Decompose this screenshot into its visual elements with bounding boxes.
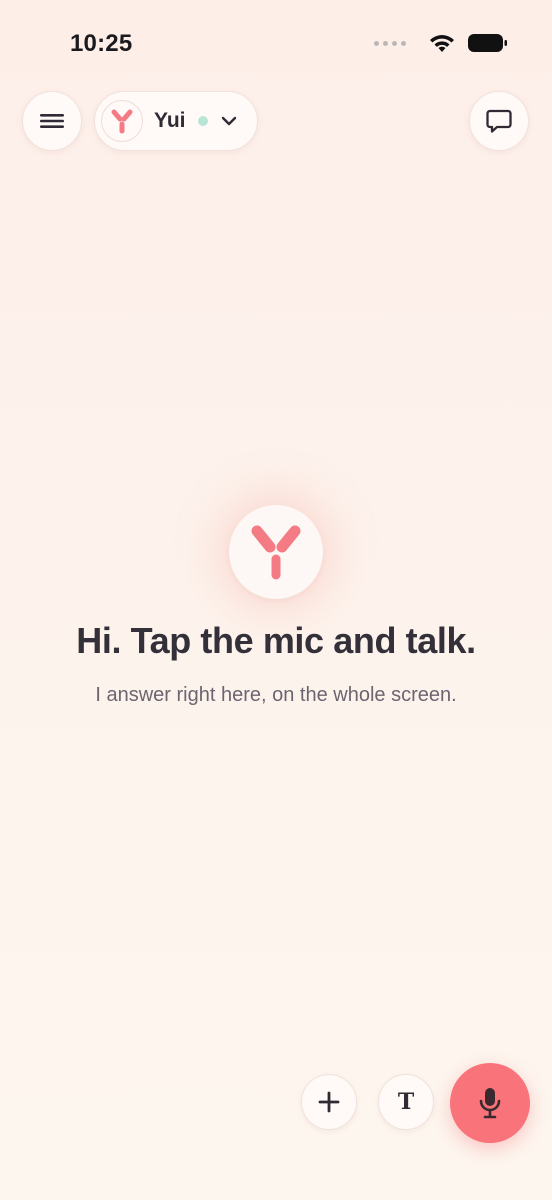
add-button[interactable] — [301, 1074, 357, 1130]
mic-button[interactable] — [450, 1063, 530, 1143]
welcome-headline: Hi. Tap the mic and talk. — [76, 620, 476, 661]
battery-icon — [468, 34, 507, 52]
assistant-logo — [229, 505, 323, 599]
welcome-subline: I answer right here, on the whole screen… — [95, 684, 457, 706]
status-icons — [374, 32, 508, 54]
text-mode-icon: T — [397, 1089, 415, 1115]
yui-logo-icon — [251, 525, 301, 580]
yui-logo-icon — [111, 109, 133, 134]
microphone-icon — [479, 1088, 501, 1119]
assistant-name: Yui — [154, 109, 186, 132]
menu-button[interactable] — [22, 91, 82, 151]
online-status-dot — [197, 116, 208, 126]
text-input-button[interactable]: T — [378, 1074, 434, 1130]
wifi-icon — [430, 35, 454, 52]
assistant-avatar — [101, 100, 143, 142]
assistant-switcher[interactable]: Yui — [94, 91, 258, 151]
status-time: 10:25 — [70, 30, 133, 57]
plus-icon — [318, 1091, 340, 1113]
cellular-signal-icon — [374, 40, 406, 46]
status-bar: 10:25 — [0, 0, 552, 90]
chat-bubble-icon — [486, 109, 512, 133]
hamburger-menu-icon — [40, 114, 64, 128]
chevron-down-icon — [220, 115, 238, 127]
chat-history-button[interactable] — [469, 91, 529, 151]
